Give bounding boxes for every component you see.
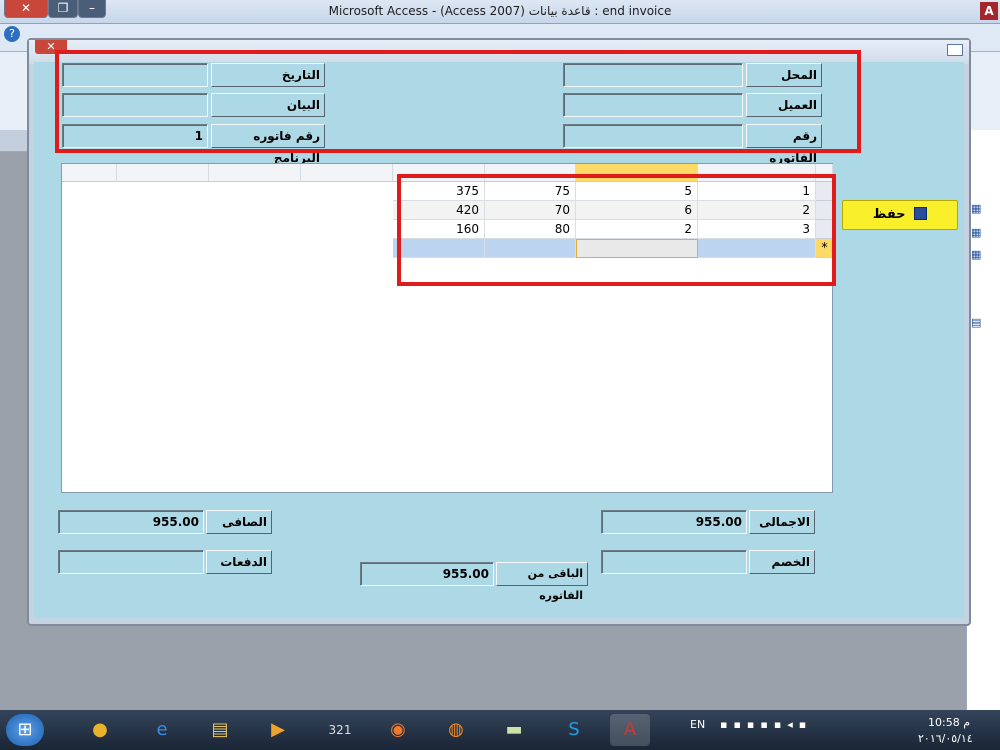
nav-item-icon[interactable]: ▤ [971, 316, 999, 329]
column-header-price[interactable] [485, 164, 576, 182]
invoice-number-label: رقم الفاتوره [746, 124, 822, 165]
torrent-icon[interactable]: ◉ [378, 714, 418, 746]
cell-total[interactable]: 420 [393, 201, 485, 220]
new-row-selector[interactable]: * [816, 239, 833, 258]
nav-item-icon[interactable]: ▦ [971, 248, 999, 261]
items-datasheet[interactable]: 375 75 5 1 420 70 6 2 160 80 2 3 * [61, 163, 833, 493]
date-label: التاريخ [211, 63, 325, 87]
start-button[interactable]: ⊞ [6, 714, 44, 746]
row-selector[interactable] [816, 201, 833, 220]
net-field[interactable]: 955.00 [58, 510, 204, 534]
navigation-pane[interactable]: ▦ ▦ ▦ ▤ [966, 130, 1000, 710]
form-close-button[interactable]: ✕ [35, 40, 67, 54]
column-header[interactable] [209, 164, 301, 182]
description-label: البيان [211, 93, 325, 117]
form-title-bar: ✕ [29, 40, 969, 64]
description-field[interactable] [62, 93, 208, 117]
row-selector[interactable] [816, 220, 833, 239]
help-icon[interactable]: ? [4, 26, 20, 42]
customer-field[interactable] [563, 93, 743, 117]
title-bar: ✕ ❐ – Microsoft Access - (Access 2007) ق… [0, 0, 1000, 24]
column-header[interactable] [301, 164, 393, 182]
total-field[interactable]: 955.00 [601, 510, 747, 534]
nav-item-icon[interactable]: ▦ [971, 202, 999, 215]
discount-label: الخصم [749, 550, 815, 574]
total-label: الاجمالى [749, 510, 815, 534]
invoice-number-field[interactable] [563, 124, 743, 148]
place-label: المحل [746, 63, 822, 87]
column-header[interactable] [117, 164, 209, 182]
program-invoice-number-label: رقم فاتوره البرنامج [211, 124, 325, 165]
payments-field[interactable] [58, 550, 204, 574]
discount-field[interactable] [601, 550, 747, 574]
access-taskbar-icon[interactable]: A [610, 714, 650, 746]
window-title: Microsoft Access - (Access 2007) قاعدة ب… [328, 4, 672, 18]
file-explorer-icon[interactable]: ▤ [200, 714, 240, 746]
media-player-icon[interactable]: ▶ [258, 714, 298, 746]
save-button[interactable]: حفظ [842, 200, 958, 230]
taskbar: ⊞ ● e ▤ ▶ 321 ◉ ◍ ▬ S A EN ▪▪▪▪▪◂▪ 10:58… [0, 710, 1000, 750]
cell-quantity[interactable]: 5 [576, 182, 698, 201]
remaining-label: الباقى من الفاتوره [496, 562, 588, 602]
customer-label: العميل [746, 93, 822, 117]
new-row-cell[interactable] [698, 239, 816, 258]
date-field[interactable] [62, 63, 208, 87]
column-header-total[interactable] [393, 164, 485, 182]
select-all-corner[interactable] [816, 164, 833, 182]
cell-price[interactable]: 70 [485, 201, 576, 220]
save-label: حفظ [872, 207, 906, 222]
cell-price[interactable]: 80 [485, 220, 576, 239]
internet-explorer-icon[interactable]: e [142, 714, 182, 746]
place-field[interactable] [563, 63, 743, 87]
skype-icon[interactable]: S [554, 714, 594, 746]
row-selector[interactable] [816, 182, 833, 201]
cell-quantity[interactable]: 2 [576, 220, 698, 239]
media-player-321-icon[interactable]: 321 [320, 714, 360, 746]
floppy-disk-icon [914, 207, 928, 220]
clock-date[interactable]: ٢٠١٦/٠٥/١٤ [918, 732, 973, 745]
new-row-cell-active[interactable] [576, 239, 698, 258]
cell-item[interactable]: 1 [698, 182, 816, 201]
firefox-icon[interactable]: ◍ [436, 714, 476, 746]
cell-price[interactable]: 75 [485, 182, 576, 201]
form-menu-icon[interactable] [947, 44, 963, 56]
access-logo-icon: A [980, 2, 998, 20]
chrome-icon[interactable]: ● [80, 714, 120, 746]
cell-total[interactable]: 375 [393, 182, 485, 201]
net-label: الصافى [206, 510, 272, 534]
payments-label: الدفعات [206, 550, 272, 574]
column-header-item[interactable] [698, 164, 816, 182]
new-row-cell[interactable] [393, 239, 485, 258]
nav-item-icon[interactable]: ▦ [971, 226, 999, 239]
cell-item[interactable]: 3 [698, 220, 816, 239]
clock-time[interactable]: 10:58 م [928, 716, 970, 729]
program-invoice-number-field[interactable]: 1 [62, 124, 208, 148]
notepad-icon[interactable]: ▬ [494, 714, 534, 746]
remaining-field[interactable]: 955.00 [360, 562, 494, 586]
column-header-quantity[interactable] [576, 164, 698, 182]
language-indicator[interactable]: EN [690, 718, 705, 731]
cell-quantity[interactable]: 6 [576, 201, 698, 220]
new-row-cell[interactable] [485, 239, 576, 258]
cell-item[interactable]: 2 [698, 201, 816, 220]
tray-icons[interactable]: ▪▪▪▪▪◂▪ [720, 718, 812, 731]
cell-total[interactable]: 160 [393, 220, 485, 239]
column-header[interactable] [62, 164, 117, 182]
